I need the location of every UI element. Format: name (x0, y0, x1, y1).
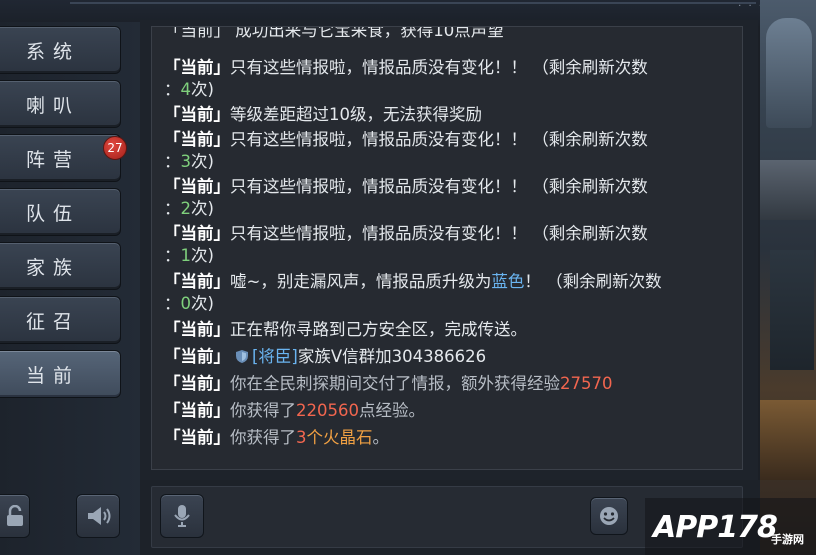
scene-decor (766, 18, 812, 128)
chat-line: 「当前」正在帮你寻路到己方安全区，完成传送。 (164, 319, 527, 341)
shield-icon (236, 350, 248, 363)
tab-current[interactable]: 当前 (0, 350, 121, 398)
top-divider (70, 2, 756, 4)
message-text: 次) (191, 152, 214, 171)
channel-tag: 「当前」 (164, 401, 230, 420)
lock-icon (7, 505, 23, 526)
tab-system[interactable]: 系统 (0, 26, 121, 74)
exp-value: 27570 (560, 374, 613, 393)
tab-horn[interactable]: 喇叭 (0, 80, 121, 128)
scene-decor (770, 250, 814, 370)
tab-family-label: 家族 (26, 256, 81, 279)
chat-line-cont: ：2次) (164, 198, 214, 220)
microphone-icon (174, 505, 190, 527)
message-text: 次) (191, 80, 214, 99)
message-text: 次) (191, 294, 214, 313)
message-text: ： (164, 246, 181, 265)
game-scene-edge (760, 0, 816, 555)
chat-line: 「当前」 [将臣]家族V信群加304386626 (164, 346, 486, 368)
chat-line-cont: ：3次) (164, 151, 214, 173)
chat-log[interactable]: 「当前」 成功出采与它宝采食，获得10点声望 「当前」只有这些情报啦，情报品质没… (151, 26, 743, 470)
message-text: 。 (372, 428, 390, 447)
message-text: 你在全民刺探期间交付了情报，额外获得经验 (230, 374, 560, 393)
chat-line: 「当前」只有这些情报啦，情报品质没有变化！！ （剩余刷新次数 (164, 129, 648, 151)
refresh-count: 2 (180, 199, 192, 218)
exp-value: 220560 (296, 401, 359, 420)
refresh-count: 3 (180, 152, 192, 171)
chat-line-partial: 「当前」 成功出采与它宝采食，获得10点声望 (164, 26, 504, 42)
message-text: 等级差距超过10级，无法获得奖励 (230, 105, 482, 124)
chat-line: 「当前」你获得了220560点经验。 (164, 400, 425, 422)
channel-tag: 「当前」 (164, 130, 230, 149)
chat-line: 「当前」等级差距超过10级，无法获得奖励 (164, 104, 482, 126)
message-text: 次) (191, 199, 214, 218)
message-text: ： (164, 80, 181, 99)
tab-recruit-label: 征召 (26, 310, 81, 333)
watermark-logo: APP178 (653, 510, 778, 545)
site-watermark: APP178 手游网 (645, 498, 816, 555)
scene-decor (760, 160, 816, 220)
tab-team-label: 队伍 (26, 202, 81, 225)
message-text: 你获得了 (230, 401, 296, 420)
quality-highlight: 蓝色 (491, 272, 525, 291)
channel-tag: 「当前」 (164, 374, 230, 393)
message-text: 次) (191, 246, 214, 265)
channel-tag: 「当前」 (164, 224, 230, 243)
tab-current-label: 当前 (26, 364, 81, 387)
message-text: 只有这些情报啦，情报品质没有变化！！ （剩余刷新次数 (230, 130, 648, 149)
lock-button[interactable] (0, 494, 30, 538)
tab-system-label: 系统 (26, 40, 81, 63)
message-text: ！ （剩余刷新次数 (524, 272, 662, 291)
emoji-icon (600, 507, 618, 525)
channel-tag: 「当前」 (164, 58, 230, 77)
chat-line-cont: ：1次) (164, 245, 214, 267)
chat-line-cont: ：0次) (164, 293, 214, 315)
message-text: ： (164, 152, 181, 171)
refresh-count: 0 (180, 294, 192, 313)
tab-camp-label: 阵营 (26, 148, 81, 171)
scene-decor (760, 400, 816, 480)
message-text: 只有这些情报啦，情报品质没有变化！！ （剩余刷新次数 (230, 177, 648, 196)
message-text: 家族V信群加304386626 (297, 347, 487, 366)
speaker-icon (88, 507, 111, 525)
voice-input-button[interactable] (160, 494, 204, 538)
chat-line: 「当前」只有这些情报啦，情报品质没有变化！！ （剩余刷新次数 (164, 57, 648, 79)
message-text: 嘘~，别走漏风声，情报品质升级为 (230, 272, 492, 291)
sender-name[interactable]: [将臣] (252, 347, 298, 366)
partial-line-text: 「当前」 成功出采与它宝采食，获得10点声望 (164, 26, 504, 40)
refresh-count: 4 (180, 80, 192, 99)
tab-camp[interactable]: 阵营 (0, 134, 121, 182)
item-name: 个火晶石 (306, 428, 373, 447)
camp-unread-badge: 27 (103, 136, 127, 160)
message-text: 你获得了 (230, 428, 296, 447)
message-text: 点经验。 (359, 401, 425, 420)
chat-line: 「当前」嘘~，别走漏风声，情报品质升级为蓝色！ （剩余刷新次数 (164, 271, 662, 293)
chat-line-cont: ：4次) (164, 79, 214, 101)
tab-team[interactable]: 队伍 (0, 188, 121, 236)
refresh-count: 1 (180, 246, 192, 265)
chat-line: 「当前」只有这些情报啦，情报品质没有变化！！ （剩余刷新次数 (164, 176, 648, 198)
channel-tag: 「当前」 (164, 347, 230, 366)
channel-tag: 「当前」 (164, 320, 230, 339)
channel-tag: 「当前」 (164, 272, 230, 291)
message-text: 只有这些情报啦，情报品质没有变化！！ （剩余刷新次数 (230, 58, 648, 77)
voice-broadcast-button[interactable] (76, 494, 120, 538)
watermark-site: 手游网 (771, 533, 804, 546)
emoji-button[interactable] (590, 497, 628, 535)
message-text: 正在帮你寻路到己方安全区，完成传送。 (230, 320, 527, 339)
chat-line: 「当前」你在全民刺探期间交付了情报，额外获得经验27570 (164, 373, 613, 395)
tab-recruit[interactable]: 征召 (0, 296, 121, 344)
message-text: 只有这些情报啦，情报品质没有变化！！ （剩余刷新次数 (230, 224, 648, 243)
tab-family[interactable]: 家族 (0, 242, 121, 290)
message-text: ： (164, 199, 181, 218)
channel-tag: 「当前」 (164, 105, 230, 124)
chat-line: 「当前」只有这些情报啦，情报品质没有变化！！ （剩余刷新次数 (164, 223, 648, 245)
message-text: ： (164, 294, 181, 313)
channel-tag: 「当前」 (164, 428, 230, 447)
channel-tag: 「当前」 (164, 177, 230, 196)
chat-line: 「当前」你获得了3个火晶石。 (164, 427, 389, 449)
tab-horn-label: 喇叭 (26, 94, 81, 117)
item-count: 3 (296, 428, 307, 447)
